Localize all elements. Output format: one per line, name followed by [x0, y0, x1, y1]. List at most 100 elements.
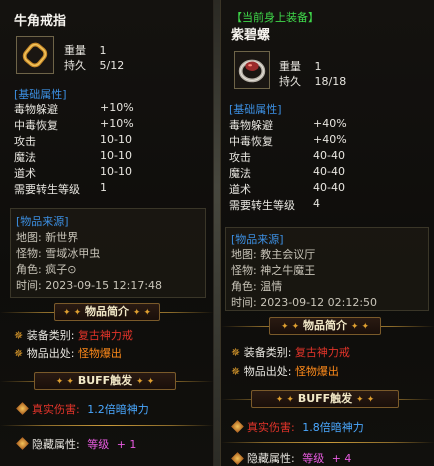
stat-value: 4 [313, 197, 320, 210]
source-role-value: 温情 [260, 280, 283, 293]
equip-type-value: 复古神力戒 [294, 346, 350, 359]
divider [0, 425, 213, 426]
star-icon: ✦ ✦ [55, 377, 74, 387]
item-tooltip-right: 【当前身上装备】 紫碧螺 重量 1 持久 18/18 [基础属性] 毒物躲避 +… [220, 0, 434, 466]
item-title: 牛角戒指 [14, 14, 67, 29]
source-monster-row: 怪物: 神之牛魔王 [231, 262, 315, 278]
source-role-row: 角色: 温情 [231, 278, 282, 294]
weight-label: 重量 [64, 44, 86, 57]
source-map-value: 教主会议厅 [260, 248, 316, 261]
weight-value: 1 [314, 60, 322, 73]
stat-name: 中毒恢复 [14, 119, 58, 132]
intro-banner-label: 物品简介 [85, 305, 129, 318]
stat-name: 需要转生等级 [14, 183, 80, 196]
source-map-label: 地图: [16, 231, 42, 244]
hidden-attr-label: 隐藏属性: [32, 438, 80, 451]
source-header: [物品来源] [231, 233, 284, 246]
equip-type-value: 复古神力戒 [77, 329, 133, 342]
equip-type-row: ✵ 装备类别: 复古神力戒 [14, 327, 133, 343]
source-role-label: 角色: [16, 263, 42, 276]
source-map-row: 地图: 教主会议厅 [231, 246, 315, 262]
star-icon: ✦ ✦ [350, 322, 370, 332]
source-map-value: 新世界 [45, 231, 79, 244]
stat-value: +40% [313, 133, 347, 146]
source-header: [物品来源] [16, 215, 69, 228]
source-map-row: 地图: 新世界 [16, 229, 78, 245]
item-origin-row: ✵ 物品出处: 怪物爆出 [14, 345, 122, 361]
true-damage-label: 真实伤害: [247, 421, 295, 434]
divider [221, 442, 434, 443]
durability-row: 持久 18/18 [279, 73, 346, 89]
true-damage-value: 1.8倍暗神力 [302, 421, 364, 434]
stat-name: 毒物躲避 [14, 103, 58, 116]
hidden-attr-row: 隐藏属性: 等级 + 1 [32, 436, 136, 452]
diamond-bullet-icon [16, 437, 29, 450]
star-icon: ✦ ✦ [356, 395, 375, 405]
hidden-level-label: 等级 [87, 438, 110, 451]
stat-name: 攻击 [229, 151, 251, 164]
source-monster-label: 怪物: [16, 247, 42, 260]
durability-value: 18/18 [314, 75, 347, 88]
hidden-attr-row: 隐藏属性: 等级 + 4 [247, 450, 351, 466]
base-attr-header: [基础属性] [14, 88, 67, 101]
item-source-box: [物品来源] 地图: 教主会议厅 怪物: 神之牛魔王 角色: 温情 时间: 20… [225, 227, 429, 311]
source-map-label: 地图: [231, 248, 257, 261]
star-icon: ✦ ✦ [132, 308, 152, 318]
true-damage-row: 真实伤害: 1.2倍暗神力 [32, 401, 149, 417]
stat-name: 魔法 [229, 167, 251, 180]
equip-type-label: 装备类别: [243, 346, 292, 359]
true-damage-label: 真实伤害: [32, 403, 80, 416]
equip-type-label: 装备类别: [26, 329, 75, 342]
gear-star-icon: ✵ [14, 329, 24, 342]
durability-value: 5/12 [99, 59, 125, 72]
hidden-level-label: 等级 [302, 452, 325, 465]
stat-value: 1 [100, 181, 107, 194]
diamond-bullet-icon [231, 452, 244, 465]
source-monster-row: 怪物: 雪域冰甲虫 [16, 245, 100, 261]
star-icon: ✦ ✦ [275, 395, 294, 405]
hidden-level-value: + 1 [116, 438, 137, 451]
source-time-value: 2023-09-12 02:12:50 [260, 296, 378, 309]
item-origin-row: ✵ 物品出处: 怪物爆出 [231, 363, 339, 379]
current-equip-tag: 【当前身上装备】 [231, 11, 319, 24]
star-icon: ✦ ✦ [136, 377, 155, 387]
intro-banner: ✦ ✦ 物品简介 ✦ ✦ [54, 303, 160, 321]
star-icon: ✦ ✦ [280, 322, 300, 332]
source-time-label: 时间: [16, 279, 42, 292]
base-attr-header: [基础属性] [229, 103, 282, 116]
stat-value: +40% [313, 117, 347, 130]
source-time-value: 2023-09-15 12:17:48 [45, 279, 163, 292]
durability-row: 持久 5/12 [64, 57, 124, 73]
source-time-row: 时间: 2023-09-15 12:17:48 [16, 277, 162, 293]
source-role-row: 角色: 疯子⊙ [16, 261, 76, 277]
stat-name: 毒物躲避 [229, 119, 273, 132]
stat-value: 40-40 [313, 165, 345, 178]
durability-label: 持久 [279, 75, 301, 88]
source-monster-value: 雪域冰甲虫 [45, 247, 101, 260]
star-icon: ✦ ✦ [62, 308, 82, 318]
gear-star-icon: ✵ [14, 347, 24, 360]
weight-row: 重量 1 [64, 42, 107, 58]
source-time-label: 时间: [231, 296, 257, 309]
stat-value: +10% [100, 101, 134, 114]
stat-value: 10-10 [100, 133, 132, 146]
true-damage-value: 1.2倍暗神力 [87, 403, 149, 416]
stat-name: 中毒恢复 [229, 135, 273, 148]
source-role-value: 疯子⊙ [45, 263, 77, 276]
item-origin-label: 物品出处: [243, 365, 292, 378]
weight-value: 1 [99, 44, 107, 57]
true-damage-row: 真实伤害: 1.8倍暗神力 [247, 419, 364, 435]
stat-value: 40-40 [313, 149, 345, 162]
item-origin-value: 怪物爆出 [294, 365, 339, 378]
diamond-bullet-icon [231, 420, 244, 433]
item-origin-label: 物品出处: [26, 347, 75, 360]
source-monster-label: 怪物: [231, 264, 257, 277]
hidden-attr-label: 隐藏属性: [247, 452, 295, 465]
stat-name: 道术 [229, 183, 251, 196]
intro-banner: ✦ ✦ 物品简介 ✦ ✦ [269, 317, 381, 335]
source-monster-value: 神之牛魔王 [260, 264, 316, 277]
source-role-label: 角色: [231, 280, 257, 293]
buff-banner-label: BUFF触发 [77, 374, 133, 387]
buff-banner-label: BUFF触发 [297, 392, 353, 405]
stat-name: 需要转生等级 [229, 199, 295, 212]
